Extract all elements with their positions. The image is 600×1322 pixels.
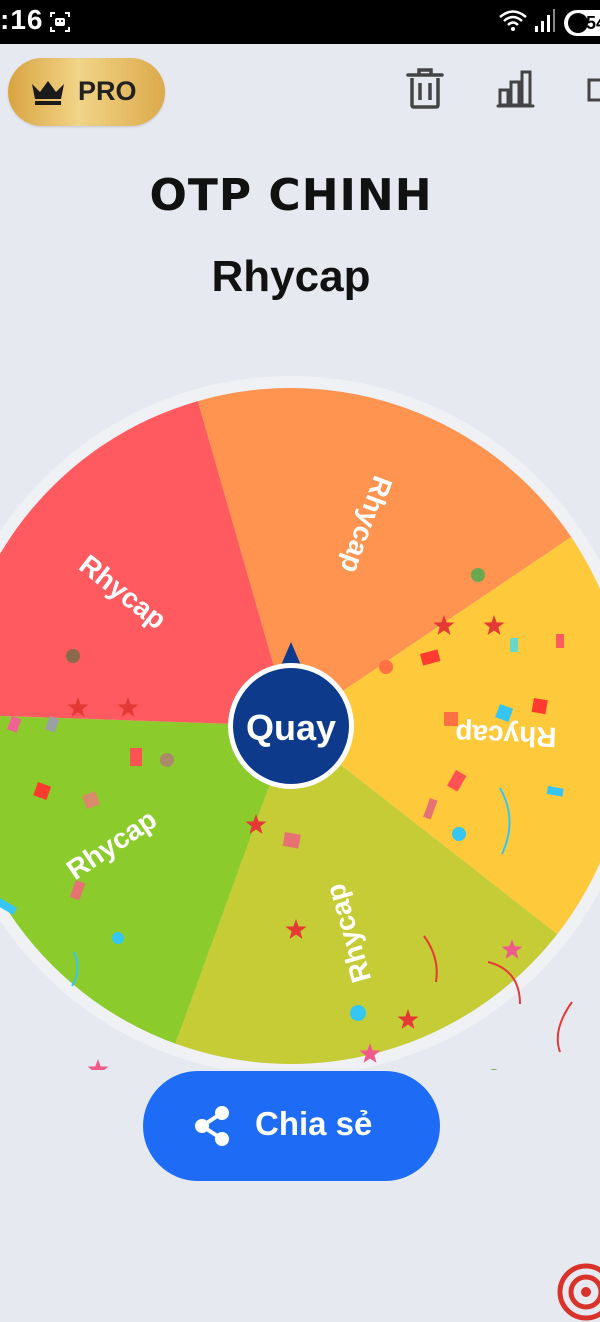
confetti-piece — [112, 932, 124, 944]
status-bar: :16 54 — [0, 0, 600, 44]
confetti-piece — [556, 634, 564, 648]
confetti-piece — [490, 1069, 498, 1070]
confetti-piece — [444, 712, 458, 726]
confetti-piece — [531, 698, 548, 715]
confetti-piece — [66, 649, 80, 663]
battery-level: 54 — [586, 13, 600, 33]
status-time: :16 — [0, 4, 44, 35]
wifi-icon — [499, 10, 527, 31]
confetti-piece — [452, 827, 466, 841]
confetti-piece — [282, 831, 301, 849]
confetti-star — [87, 1059, 109, 1070]
pro-button[interactable]: PRO — [8, 58, 165, 126]
confetti-piece — [471, 568, 485, 582]
target-icon[interactable] — [556, 1262, 600, 1322]
spin-wheel[interactable]: RhycapRhycapRhycapRhycapRhycap Quay — [0, 370, 600, 1070]
crown-icon — [32, 81, 64, 105]
battery-saver-icon — [568, 13, 588, 33]
spin-button-label[interactable]: Quay — [246, 707, 336, 748]
current-result: Rhycap — [211, 252, 371, 301]
wheel-title: OTP CHINH — [149, 170, 433, 221]
confetti-streamer — [556, 1001, 573, 1053]
confetti-piece — [510, 638, 518, 652]
segment-label: Rhycap — [455, 718, 557, 753]
battery-indicator: 54 — [564, 10, 600, 36]
confetti-piece — [350, 1005, 366, 1021]
share-label: Chia sẻ — [255, 1105, 373, 1142]
share-icon — [195, 1106, 229, 1146]
pro-label: PRO — [78, 76, 137, 106]
stats-icon[interactable] — [495, 66, 535, 110]
confetti-piece — [130, 748, 142, 766]
signal-icon — [535, 9, 555, 32]
confetti-piece — [160, 753, 174, 767]
screen-record-icon — [50, 12, 70, 32]
share-button[interactable]: Chia sẻ — [143, 1071, 440, 1181]
confetti-piece — [379, 660, 393, 674]
settings-icon[interactable] — [585, 66, 600, 110]
trash-icon[interactable] — [405, 66, 445, 110]
